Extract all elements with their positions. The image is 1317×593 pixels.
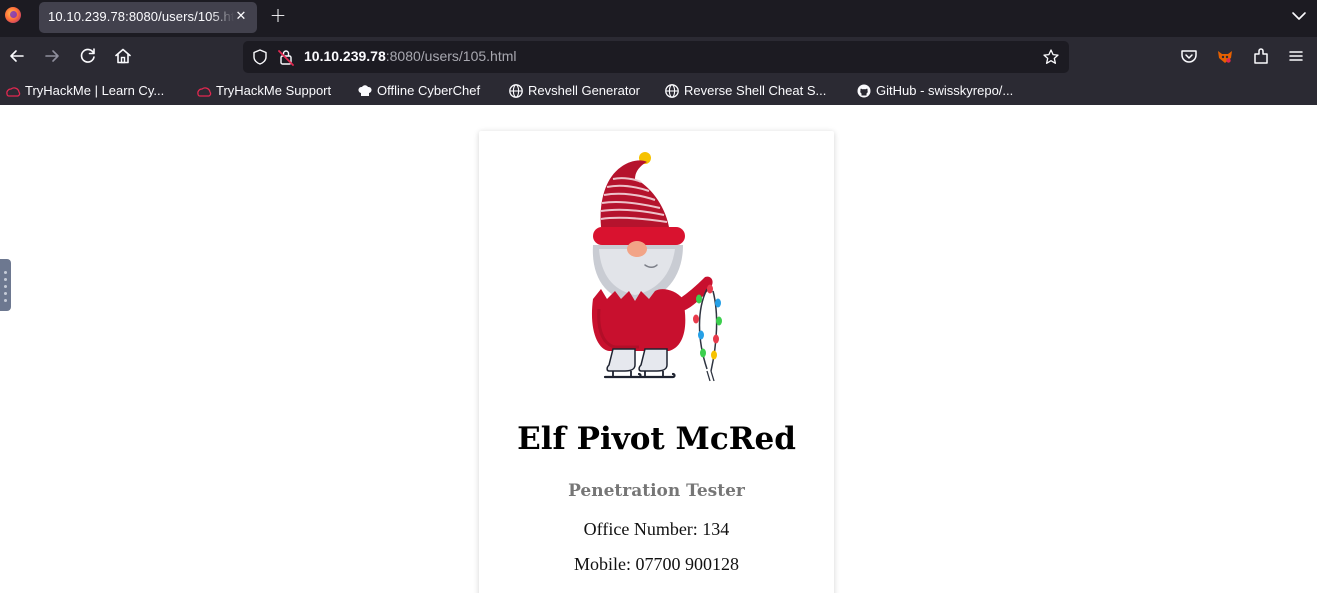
star-icon[interactable]	[1042, 48, 1060, 66]
insecure-lock-icon[interactable]	[277, 48, 295, 66]
url-path: :8080/users/105.html	[385, 48, 517, 64]
shield-icon[interactable]	[251, 48, 269, 66]
navigation-toolbar: 10.10.239.78:8080/users/105.html	[0, 37, 1317, 77]
bookmark-cyberchef[interactable]: Offline CyberChef	[357, 82, 480, 100]
office-number: Office Number: 134	[583, 519, 730, 539]
close-icon[interactable]: ✕	[232, 8, 250, 26]
sidebar-handle[interactable]	[0, 259, 11, 311]
bookmark-label: Offline CyberChef	[377, 83, 481, 98]
menu-icon[interactable]	[1286, 46, 1306, 66]
address-bar[interactable]: 10.10.239.78:8080/users/105.html	[243, 41, 1069, 73]
tab-strip: 10.10.239.78:8080/users/105.html ✕ +	[0, 0, 1317, 37]
bookmark-label: Revshell Generator	[528, 83, 640, 98]
profile-card: Elf Pivot McRed Penetration Tester Offic…	[479, 131, 834, 593]
extension-fox-icon[interactable]	[1215, 46, 1235, 66]
bookmark-github[interactable]: GitHub - swisskyrepo/...	[856, 82, 1013, 100]
tryhackme-icon	[197, 86, 212, 97]
tab-title: 10.10.239.78:8080/users/105.html	[48, 9, 234, 24]
bookmark-revshell[interactable]: Revshell Generator	[508, 82, 640, 100]
plus-icon[interactable]: +	[268, 5, 288, 25]
url-text[interactable]: 10.10.239.78:8080/users/105.html	[304, 48, 517, 64]
bookmark-label: GitHub - swisskyrepo/...	[876, 83, 1014, 98]
url-host: 10.10.239.78	[304, 48, 386, 64]
chevron-down-icon[interactable]	[1290, 7, 1308, 25]
gnome-illustration	[591, 152, 722, 382]
profile-name: Elf Pivot McRed	[517, 421, 796, 457]
arrow-left-icon[interactable]	[6, 45, 28, 67]
profile-role: Penetration Tester	[568, 481, 745, 501]
github-icon	[857, 84, 871, 98]
bookmark-tryhackme[interactable]: TryHackMe | Learn Cy...	[5, 82, 164, 100]
tab-active[interactable]: 10.10.239.78:8080/users/105.html ✕	[39, 2, 257, 33]
bookmark-label: TryHackMe Support	[216, 83, 332, 98]
bookmark-tryhackme-support[interactable]: TryHackMe Support	[196, 82, 331, 100]
tryhackme-icon	[6, 86, 21, 97]
extensions-icon[interactable]	[1251, 46, 1271, 66]
globe-icon	[665, 83, 679, 98]
bookmarks-toolbar: TryHackMe | Learn Cy... TryHackMe Suppor…	[0, 77, 1317, 105]
chef-hat-icon	[358, 84, 372, 96]
pocket-icon[interactable]	[1179, 46, 1199, 66]
arrow-right-icon[interactable]	[41, 45, 63, 67]
firefox-icon[interactable]	[5, 7, 21, 23]
bookmark-label: TryHackMe | Learn Cy...	[25, 83, 165, 98]
bookmark-reverse-shell[interactable]: Reverse Shell Cheat S...	[664, 82, 826, 100]
globe-icon	[509, 83, 523, 98]
bookmark-label: Reverse Shell Cheat S...	[684, 83, 827, 98]
mobile-number: Mobile: 07700 900128	[574, 554, 739, 574]
reload-icon[interactable]	[77, 45, 99, 67]
home-icon[interactable]	[112, 45, 134, 67]
